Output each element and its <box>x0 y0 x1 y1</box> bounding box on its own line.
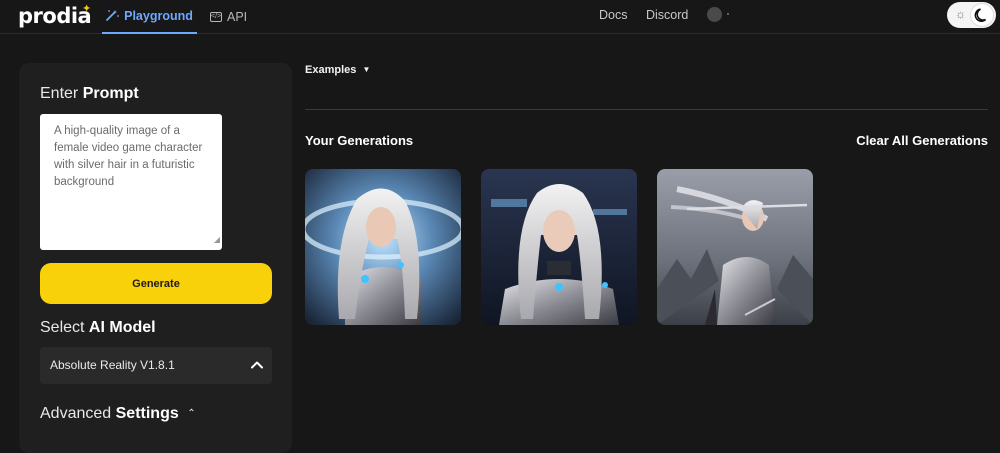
sparkle-icon: ✦ <box>82 2 91 15</box>
generated-image-1[interactable] <box>305 169 461 325</box>
model-heading-bold: AI Model <box>88 319 156 336</box>
prompt-text: A high-quality image of a female video g… <box>54 125 203 188</box>
resize-grip-icon[interactable]: ◢ <box>214 231 220 248</box>
tab-playground-label: Playground <box>124 9 193 23</box>
prompt-heading: Enter Prompt <box>40 85 139 103</box>
tab-api-label: API <box>227 10 248 24</box>
magic-wand-icon <box>106 9 120 24</box>
generations-heading: Your Generations <box>305 133 414 148</box>
examples-dropdown[interactable]: Examples ▼ <box>305 64 370 76</box>
model-selected-value: Absolute Reality V1.8.1 <box>50 358 175 372</box>
moon-icon <box>971 4 993 26</box>
generated-image-3[interactable] <box>657 169 813 325</box>
chevron-down-icon: ▼ <box>362 65 371 74</box>
divider <box>305 109 988 110</box>
advanced-heading-prefix: Advanced <box>40 405 112 422</box>
caret-up-icon: ⌃ <box>187 408 196 419</box>
model-heading: Select AI Model <box>40 319 156 337</box>
sun-icon: ☼ <box>955 7 966 21</box>
model-select[interactable]: Absolute Reality V1.8.1 <box>40 347 272 384</box>
theme-toggle[interactable]: ☼ <box>947 2 996 28</box>
top-nav: prodia ✦ Playground </> API Docs Discord… <box>0 0 1000 34</box>
avatar[interactable] <box>707 7 722 22</box>
generated-image-2[interactable] <box>481 169 637 325</box>
docs-link[interactable]: Docs <box>599 8 627 22</box>
chevron-up-icon <box>250 358 264 377</box>
advanced-settings-toggle[interactable]: Advanced Settings ⌃ <box>40 405 196 423</box>
advanced-heading-bold: Settings <box>115 405 179 422</box>
menu-dot-icon <box>727 13 729 15</box>
prompt-heading-bold: Prompt <box>82 85 139 102</box>
prompt-textarea[interactable]: A high-quality image of a female video g… <box>40 114 222 250</box>
prompt-heading-prefix: Enter <box>40 85 79 102</box>
discord-link[interactable]: Discord <box>646 8 688 22</box>
generate-button[interactable]: Generate <box>40 263 272 304</box>
tab-playground[interactable]: Playground <box>102 0 197 34</box>
code-icon: </> <box>210 12 222 22</box>
clear-all-button[interactable]: Clear All Generations <box>856 133 988 148</box>
prodia-logo[interactable]: prodia ✦ <box>18 2 92 28</box>
tab-api[interactable]: </> API <box>210 0 247 34</box>
logo-text: prodia <box>18 4 92 28</box>
model-heading-prefix: Select <box>40 319 85 336</box>
examples-label: Examples <box>305 64 357 76</box>
settings-panel: Enter Prompt A high-quality image of a f… <box>19 63 292 453</box>
